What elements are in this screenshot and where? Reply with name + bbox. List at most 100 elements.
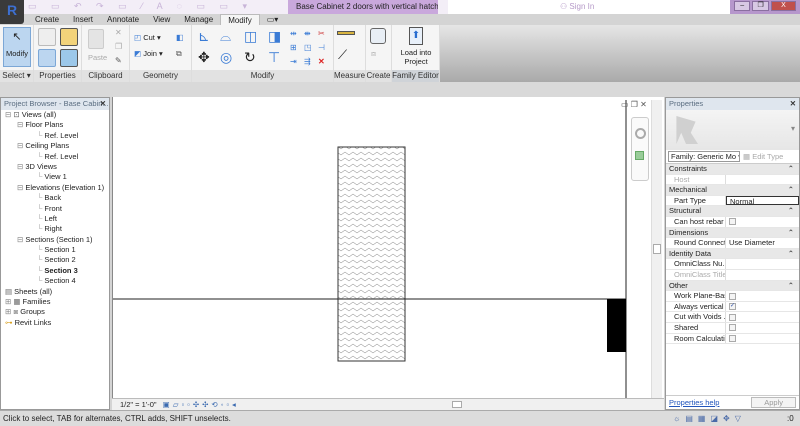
property-group-header[interactable]: Mechanical ⌃ [666, 185, 799, 196]
close-button[interactable]: X [770, 1, 796, 11]
property-value[interactable]: Use Diameter [726, 238, 799, 248]
scale-icon[interactable]: ◳ [304, 43, 312, 52]
unpin-icon[interactable]: ✂ [318, 29, 325, 38]
family-selector-dropdown[interactable]: Family: Generic Mo ▾ [668, 151, 740, 162]
drawing-area[interactable]: ▭ ❐ ✕ [112, 97, 664, 398]
tree-node[interactable]: ⊟ ⊡ Views (all) [1, 110, 109, 120]
property-group-header[interactable]: Dimensions ⌃ [666, 227, 799, 239]
minimize-button[interactable]: – [734, 1, 751, 11]
quick-access-toolbar[interactable]: ▭ ▭ ↶ ↷ ▭ ⁄ A ◌ ▭ ▭ ▾ [28, 1, 253, 13]
cabinet-section-hatched[interactable] [337, 146, 406, 362]
collapse-icon[interactable]: ⌃ [788, 281, 794, 291]
property-group-header[interactable]: Other ⌃ [666, 280, 799, 292]
modify-button[interactable]: ↖ Modify [3, 27, 31, 67]
tree-node[interactable]: └ Right [1, 224, 109, 234]
tree-node[interactable]: └ Section 4 [1, 276, 109, 286]
measure-between-icon[interactable] [337, 31, 355, 35]
copy-element-icon[interactable]: ◎ [220, 49, 232, 66]
application-menu-button[interactable]: R [0, 0, 24, 24]
delete-icon[interactable]: ✕ [318, 57, 325, 66]
tree-node[interactable]: ▤ Sheets (all) [1, 287, 109, 297]
property-group-header[interactable]: Structural ⌃ [666, 206, 799, 217]
tree-node[interactable]: └ View 1 [1, 172, 109, 182]
solid-element[interactable] [607, 299, 626, 352]
zoom-region-icon[interactable] [635, 151, 644, 160]
property-value[interactable] [726, 270, 799, 280]
horizontal-scroll-thumb[interactable] [452, 401, 462, 408]
apply-button[interactable]: Apply [751, 397, 796, 408]
tree-node[interactable]: ⊞ ▦ Families [1, 297, 109, 307]
properties-toggle-icon[interactable] [38, 49, 56, 67]
mirror-draw-axis-icon[interactable]: ◨ [268, 28, 281, 45]
collapse-icon[interactable]: ⌃ [788, 164, 794, 174]
property-value[interactable] [726, 259, 799, 269]
tree-node[interactable]: └ Front [1, 204, 109, 214]
property-checkbox[interactable] [729, 335, 736, 343]
join-geometry-button[interactable]: ◩ Join ▾ [134, 49, 163, 58]
edit-type-button[interactable]: ▦ Edit Type [743, 152, 783, 161]
wall-joins-icon[interactable]: ⧉ [176, 49, 182, 59]
align-icon[interactable]: ⊾ [198, 28, 210, 45]
collapse-icon[interactable]: ⌃ [788, 249, 794, 259]
property-checkbox[interactable] [729, 292, 736, 300]
tree-node[interactable]: └ Ref. Level [1, 131, 109, 141]
family-types-icon[interactable] [38, 28, 56, 46]
split-icon[interactable]: ⇹ [290, 29, 297, 38]
cut-icon[interactable]: ✕ [115, 28, 122, 37]
pin-icon[interactable]: ⊣ [318, 43, 325, 52]
property-checkbox[interactable] [729, 324, 736, 332]
vertical-scrollbar[interactable] [651, 100, 662, 398]
collapse-icon[interactable]: ⌃ [788, 185, 794, 195]
type-properties-icon[interactable] [60, 49, 78, 67]
restore-button[interactable]: ❐ [752, 1, 769, 11]
view-window-buttons[interactable]: ▭ ❐ ✕ [621, 100, 647, 109]
collapse-icon[interactable]: ⌃ [788, 228, 794, 238]
copy-icon[interactable]: ❐ [115, 42, 122, 51]
tree-node[interactable]: ⊶ Revit Links [1, 318, 109, 328]
property-checkbox[interactable] [729, 313, 736, 321]
property-value[interactable] [726, 175, 799, 185]
create-similar-icon[interactable] [370, 28, 386, 44]
offset-icon[interactable]: ⌓ [220, 28, 231, 45]
create-group-icon[interactable]: ⧈ [371, 49, 376, 59]
type-selector-preview[interactable]: ▾ [666, 110, 799, 150]
select-dropdown[interactable]: Select ▾ [0, 70, 33, 82]
property-value[interactable]: Normal [726, 195, 799, 206]
chevron-down-icon[interactable]: ▾ [791, 124, 795, 133]
move-icon[interactable]: ✥ [198, 49, 210, 66]
property-checkbox[interactable]: ✓ [729, 303, 736, 311]
family-category-icon[interactable] [60, 28, 78, 46]
tree-node[interactable]: └ Left [1, 214, 109, 224]
tree-node[interactable]: ⊟ Floor Plans [1, 120, 109, 130]
steering-wheel-icon[interactable] [635, 128, 646, 139]
tree-node[interactable]: ⊟ 3D Views [1, 162, 109, 172]
view-control-icons[interactable]: ▣▱▫▫✣✣⟲◦▫◂ [163, 400, 239, 409]
match-properties-icon[interactable]: ✎ [115, 56, 122, 65]
tree-node[interactable]: ⊟ Ceiling Plans [1, 141, 109, 151]
tree-node[interactable]: └ Back [1, 193, 109, 203]
mirror-pick-axis-icon[interactable]: ◫ [244, 28, 257, 45]
property-group-header[interactable]: Identity Data ⌃ [666, 248, 799, 260]
tree-node[interactable]: └ Section 1 [1, 245, 109, 255]
selection-icons[interactable]: ☼▤▦◪✥▽ [673, 411, 746, 426]
cut-geometry-button[interactable]: ◰ Cut ▾ [134, 33, 161, 42]
tree-node[interactable]: ⊟ Sections (Section 1) [1, 235, 109, 245]
navigation-bar[interactable] [631, 117, 649, 181]
split-gap-icon[interactable]: ⇼ [304, 29, 311, 38]
split-face-icon[interactable]: ◧ [176, 33, 184, 42]
aligned-dimension-icon[interactable]: ⟋ [338, 47, 347, 63]
property-checkbox[interactable] [729, 218, 736, 226]
tree-node[interactable]: └ Section 3 [1, 266, 109, 276]
view-scale-button[interactable]: 1/2" = 1'-0" [120, 400, 157, 409]
trim-extend-icon[interactable]: ⊤ [268, 49, 280, 66]
collapse-icon[interactable]: ⌃ [788, 206, 794, 216]
trim-multiple-icon[interactable]: ⇶ [304, 57, 311, 66]
paste-icon[interactable] [88, 29, 104, 49]
trim-single-icon[interactable]: ⇥ [290, 57, 297, 66]
close-icon[interactable]: ✕ [790, 98, 796, 110]
close-icon[interactable]: ✕ [100, 98, 106, 110]
rotate-icon[interactable]: ↻ [244, 49, 256, 66]
tree-node[interactable]: └ Section 2 [1, 255, 109, 265]
sign-in-button[interactable]: ⚇ Sign In [560, 1, 594, 13]
property-group-header[interactable]: Constraints ⌃ [666, 164, 799, 175]
